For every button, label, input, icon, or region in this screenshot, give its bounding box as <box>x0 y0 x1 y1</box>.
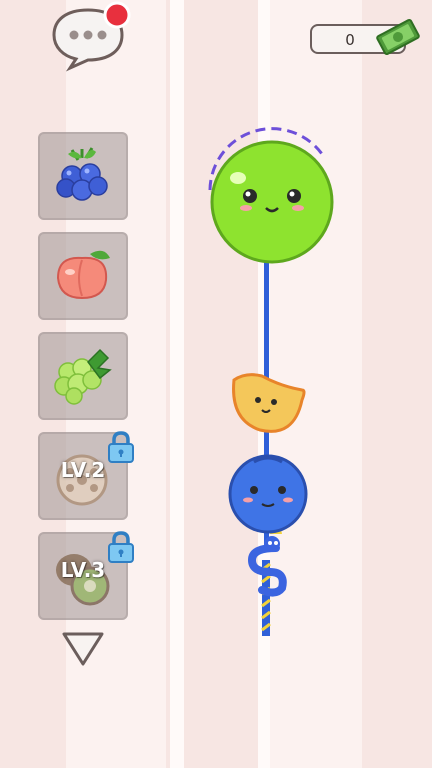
green-apple-ball <box>208 127 334 264</box>
fruit-slot-grape[interactable] <box>38 332 128 420</box>
lock-icon <box>108 531 134 563</box>
fruit-slot-peach[interactable] <box>38 232 128 320</box>
chat-button[interactable] <box>50 1 132 72</box>
grape-icon <box>54 348 112 405</box>
notification-badge <box>103 1 131 29</box>
mango-slice <box>232 373 306 433</box>
bg-stripe <box>170 0 184 768</box>
fruit-slot-blueberry[interactable] <box>38 132 128 220</box>
cash-icon <box>376 18 420 56</box>
snake-handle-icon <box>247 524 287 636</box>
chevron-down-icon[interactable] <box>60 630 106 668</box>
fruit-skewer[interactable] <box>190 120 350 650</box>
blueberry-ball <box>228 454 308 534</box>
blueberry-icon <box>56 147 108 201</box>
peach-icon <box>56 250 110 300</box>
lock-icon <box>108 431 134 463</box>
